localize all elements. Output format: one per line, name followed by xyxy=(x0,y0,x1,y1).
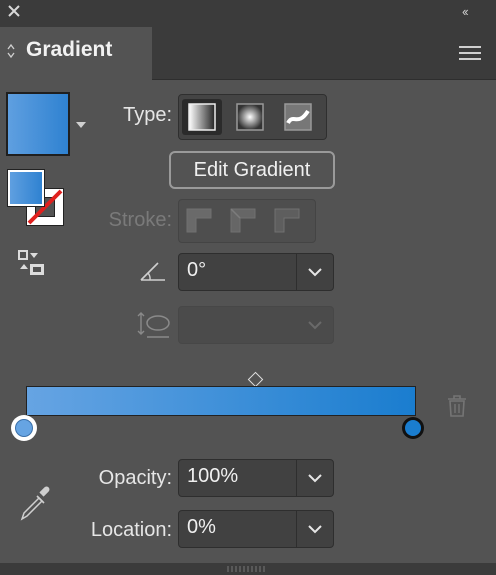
chevron-down-icon[interactable] xyxy=(305,519,325,539)
radial-gradient-icon xyxy=(236,103,264,131)
stroke-gradient-group xyxy=(178,199,316,243)
stroke-along-button[interactable] xyxy=(226,204,266,238)
gradient-type-group xyxy=(178,94,327,140)
stroke-within-icon xyxy=(186,208,212,233)
gradient-presets-dropdown-icon[interactable] xyxy=(76,122,86,128)
delete-stop-icon[interactable] xyxy=(446,394,468,418)
gradient-stop-start[interactable] xyxy=(11,415,37,441)
location-value[interactable]: 0% xyxy=(187,516,216,539)
location-label: Location: xyxy=(90,519,172,541)
panel-top-bar xyxy=(0,0,496,27)
chevron-down-icon xyxy=(308,321,322,330)
linear-gradient-icon xyxy=(188,103,216,131)
type-label: Type: xyxy=(123,104,172,126)
opacity-dropdown[interactable]: 100% xyxy=(178,459,334,497)
opacity-value[interactable]: 100% xyxy=(187,465,238,488)
location-dropdown[interactable]: 0% xyxy=(178,510,334,548)
expand-options-icon[interactable] xyxy=(6,42,16,60)
gradient-slider-bar[interactable] xyxy=(26,386,416,416)
panel-title: Gradient xyxy=(26,38,113,61)
panel-menu-icon[interactable] xyxy=(459,46,481,62)
stroke-across-button[interactable] xyxy=(270,204,310,238)
opacity-label: Opacity: xyxy=(98,467,172,489)
resize-grip-icon[interactable] xyxy=(226,565,266,573)
edit-gradient-button[interactable]: Edit Gradient xyxy=(169,151,335,189)
stroke-along-icon xyxy=(230,208,256,233)
gradient-stop-end[interactable] xyxy=(402,417,424,439)
eyedropper-icon[interactable] xyxy=(18,484,52,522)
radial-gradient-button[interactable] xyxy=(230,99,270,135)
stroke-within-button[interactable] xyxy=(182,204,222,238)
linear-gradient-button[interactable] xyxy=(182,99,222,135)
aspect-ratio-dropdown xyxy=(178,306,334,344)
gradient-preview-swatch[interactable] xyxy=(6,92,70,156)
freeform-gradient-icon xyxy=(284,103,312,131)
gradient-midpoint-handle[interactable] xyxy=(247,371,264,388)
close-icon[interactable] xyxy=(6,3,22,19)
chevron-down-icon[interactable] xyxy=(305,468,325,488)
stroke-label: Stroke: xyxy=(108,209,172,231)
collapse-panel-icon[interactable]: ‹‹ xyxy=(462,4,469,19)
angle-value[interactable]: 0° xyxy=(187,259,206,282)
freeform-gradient-button[interactable] xyxy=(278,99,318,135)
aspect-ratio-icon xyxy=(137,312,170,338)
stroke-across-icon xyxy=(274,208,300,233)
chevron-down-icon[interactable] xyxy=(305,262,325,282)
fill-swatch[interactable] xyxy=(7,169,45,207)
swap-fill-stroke-icon[interactable] xyxy=(16,248,48,278)
angle-icon xyxy=(140,262,165,281)
angle-dropdown[interactable]: 0° xyxy=(178,253,334,291)
